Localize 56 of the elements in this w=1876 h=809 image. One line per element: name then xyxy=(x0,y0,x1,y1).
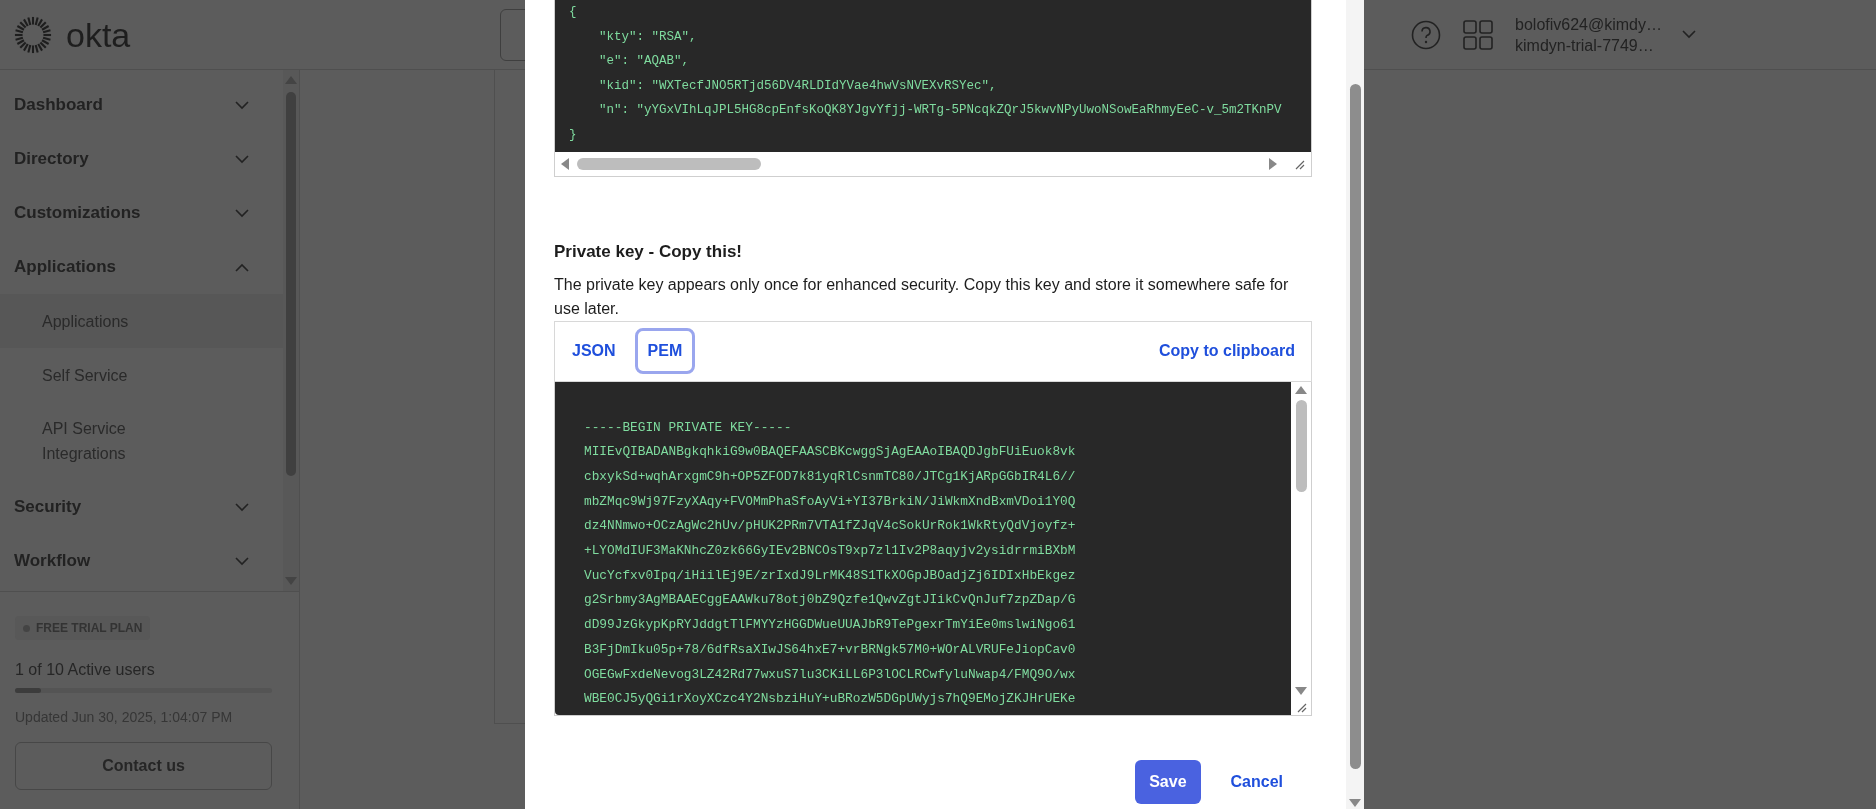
code-line: -----BEGIN PRIVATE KEY----- xyxy=(584,418,792,437)
code-line: g2Srbmy3AgMBAAECggEAAWku78otj0bZ9Qzfe1QwvZgtJIikCvQnJuf7zpZDap/G xyxy=(584,591,1076,610)
code-line: VucYcfxv0Ipq/iHiilEj9E/zrIxdJ9LrMK48S1TkXOGpJBOadjZj6IDIxHbEkgez xyxy=(584,566,1076,585)
code-line: cbxykSd+wqhArxgmC9h+OP5ZFOD7k81yqRlCsnmTC80/JTCg1KjARpGGbIR4L6// xyxy=(584,467,1076,486)
scroll-down-icon[interactable] xyxy=(1349,799,1361,807)
section-description: The private key appears only once for enhanced security. Copy this key and store it somewhere safe for use later. xyxy=(554,274,1289,319)
code-line: { xyxy=(569,4,577,21)
sidebar-section[interactable]: Security xyxy=(0,480,283,534)
code-line: OGEGwFxdeNevog3LZ42Rd77wxuS7lu3CKiLL6P3lOCLRCwfyluNwap4/FMQ9O/wx xyxy=(584,665,1076,684)
copy-link[interactable]: Copy to clipboard xyxy=(1159,339,1295,363)
format-tab[interactable]: PEM xyxy=(634,328,696,374)
save-button[interactable]: Save xyxy=(1135,759,1201,804)
section-title: Private key - Copy this! xyxy=(554,241,743,263)
logo-icon xyxy=(14,15,52,54)
scroll-right-icon[interactable] xyxy=(1269,158,1277,170)
chevron-down-icon xyxy=(235,208,249,218)
sidebar-section[interactable]: Dashboard xyxy=(0,78,283,132)
code-line: } xyxy=(569,126,577,144)
scroll-left-icon[interactable] xyxy=(561,158,569,170)
help-icon[interactable] xyxy=(1411,19,1442,50)
logo-text: okta xyxy=(66,17,131,52)
code-line: "kid": "WXTecfJNO5RTjd56DV4RLDIdYVae4hwVsNVEXvRSYec", xyxy=(598,77,997,95)
sidebar-section[interactable]: Workflow xyxy=(0,534,283,588)
code-line: dD99JzGkypKpRYJddgtTlFMYYzHGGDWueUUAJbR9TePgexrTmYiEe0mslwiNgo61 xyxy=(584,616,1076,635)
chevron-up-icon xyxy=(235,262,249,272)
code-line: B3FjDmIku05p+78/6dfRsaXIwJS64hxE7+vrBRNgk57M0+WOrALVRUFeJiopCav0 xyxy=(584,640,1076,659)
scroll-down-icon[interactable] xyxy=(1295,686,1307,695)
chevron-down-icon xyxy=(235,100,249,110)
scroll-up-icon[interactable] xyxy=(1295,385,1307,394)
code-line: WBE0CJ5yQGi1rXoyXCzc4Y2NsbziHuY+uBRozW5DGpUWyjs7hQ9EMojZKJHrUEKe xyxy=(584,690,1076,709)
user-email: bolofiv624@kimdy… xyxy=(1515,14,1662,35)
grid-icon[interactable] xyxy=(1463,19,1494,50)
sidebar-section[interactable]: Customizations xyxy=(0,186,283,240)
code-line: +LYOMdIUF3MaKNhcZ0zk66GyIEv2BNCOsT9xp7zl1Iv2P8aqyjv2ysidrrmiBXbM xyxy=(584,542,1076,560)
scrollbar[interactable] xyxy=(1346,0,1364,809)
scrollbar-thumb[interactable] xyxy=(577,158,761,170)
org-name: kimdyn-trial-7749… xyxy=(1515,35,1655,56)
scrollbar-thumb[interactable] xyxy=(1295,399,1307,492)
scrollbar[interactable] xyxy=(283,70,299,591)
scrollbar-thumb[interactable] xyxy=(286,92,296,476)
cancel-button[interactable]: Cancel xyxy=(1230,759,1283,804)
code-line: "n": "yYGxVIhLqJPL5HG8cpEnfsKoQK8YJgvYfjj-WRTg-5PNcqkZQrJ5kwvNPyUwoNSowEaRhmyEeC-v_5m2TKnPV xyxy=(598,102,1282,119)
sidebar-section[interactable]: Applications xyxy=(0,240,283,294)
code-line: mbZMqc9Wj97FzyXAqy+FVOMmPhaSfoAyVi+YI37BrkiN/JiWkmXndBxmVDoi1Y0Q xyxy=(584,492,1076,511)
code-line: MIIEvQIBADANBgkqhkiG9w0BAQEFAASCBKcwggSjAgEAAoIBAQDJgbFUiEuok8vk xyxy=(584,443,1076,462)
resize-grip-icon[interactable] xyxy=(1293,158,1305,170)
chevron-down-icon xyxy=(235,154,249,164)
format-tab[interactable]: JSON xyxy=(559,328,629,374)
code-line: "e": "AQAB", xyxy=(598,53,690,70)
chevron-down-icon[interactable] xyxy=(1682,30,1696,39)
scrollbar-thumb[interactable] xyxy=(1349,84,1361,769)
chevron-down-icon xyxy=(235,556,249,566)
chevron-down-icon xyxy=(235,502,249,512)
sidebar-section[interactable]: Directory xyxy=(0,132,283,186)
code-line: dz4NNmwo+OCzAgWc2hUv/pHUK2PRm7VTA1fZJqV4cSokUrRok1WkRtyQdVjoyfz+ xyxy=(584,517,1076,536)
code-line: "kty": "RSA", xyxy=(598,28,697,46)
